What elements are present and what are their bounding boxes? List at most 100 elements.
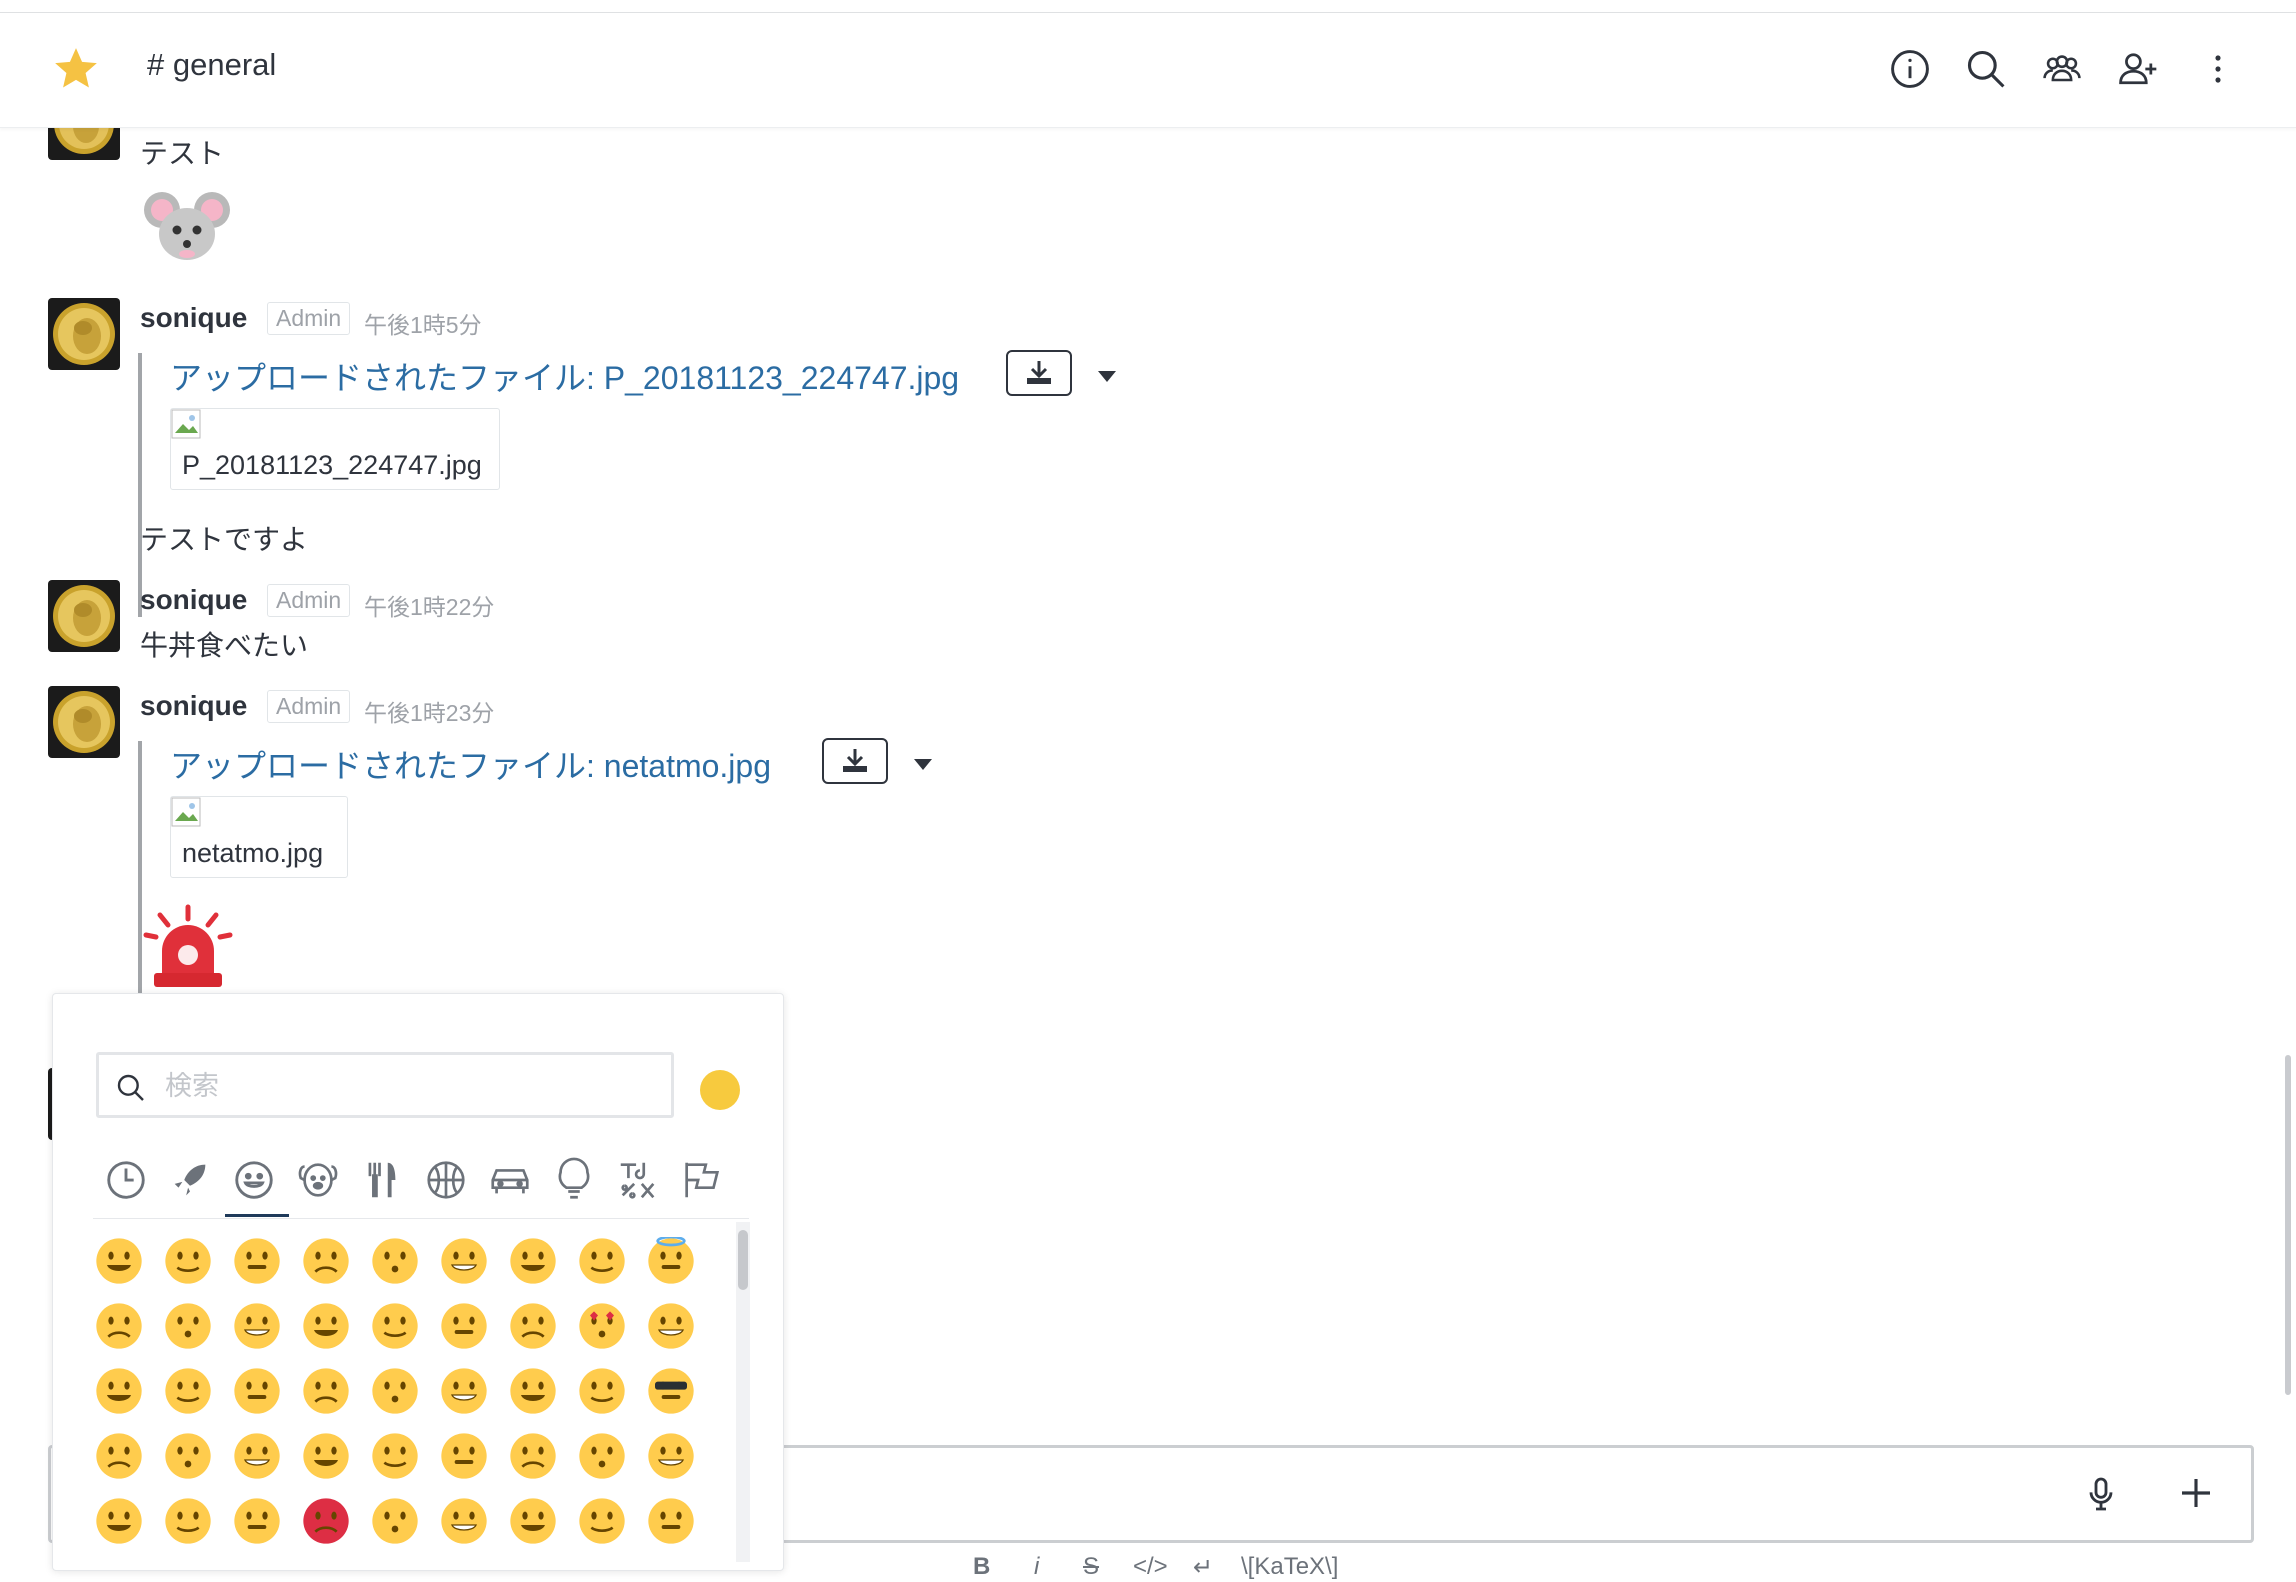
image-attachment[interactable]: netatmo.jpg <box>170 796 348 878</box>
add-user-icon[interactable] <box>2116 47 2160 91</box>
smiley-icon[interactable] <box>231 1157 277 1203</box>
emoji-button[interactable] <box>95 1237 143 1285</box>
info-icon[interactable] <box>1888 47 1932 91</box>
attachment-bar <box>138 353 142 617</box>
emoji-button[interactable] <box>95 1432 143 1480</box>
emoji-button[interactable] <box>647 1302 695 1350</box>
emoji-button[interactable] <box>509 1432 557 1480</box>
emoji-button[interactable] <box>509 1302 557 1350</box>
emoji-button[interactable] <box>371 1367 419 1415</box>
emoji-button[interactable] <box>233 1497 281 1545</box>
emoji-button[interactable] <box>233 1237 281 1285</box>
microphone-icon[interactable] <box>2081 1474 2121 1514</box>
emoji-button[interactable] <box>440 1302 488 1350</box>
image-caption: P_20181123_224747.jpg <box>182 450 482 480</box>
emoji-search[interactable] <box>96 1052 674 1118</box>
search-icon <box>117 1074 144 1101</box>
emoji-button[interactable] <box>302 1237 350 1285</box>
emoji-button[interactable] <box>578 1367 626 1415</box>
format-code-button[interactable]: </> <box>1133 1553 1168 1581</box>
emoji-button[interactable] <box>233 1302 281 1350</box>
emoji-button[interactable] <box>95 1367 143 1415</box>
file-link[interactable]: アップロードされたファイル: netatmo.jpg <box>170 741 771 787</box>
emoji-button[interactable] <box>371 1302 419 1350</box>
car-icon[interactable] <box>487 1157 533 1203</box>
username[interactable]: sonique <box>140 690 247 722</box>
fork-knife-icon[interactable] <box>359 1157 405 1203</box>
emoji-search-input[interactable] <box>163 1063 647 1109</box>
basketball-icon[interactable] <box>423 1157 469 1203</box>
image-caption: netatmo.jpg <box>182 838 324 868</box>
format-strike-button[interactable]: S <box>1083 1553 1099 1581</box>
rocket-icon[interactable] <box>167 1157 213 1203</box>
avatar[interactable] <box>48 686 120 758</box>
format-multiline-button[interactable]: ↵ <box>1193 1553 1213 1582</box>
emoji-button[interactable] <box>233 1367 281 1415</box>
format-italic-button[interactable]: i <box>1034 1553 1039 1581</box>
emoji-button[interactable] <box>647 1432 695 1480</box>
clock-icon[interactable] <box>103 1157 149 1203</box>
emoji-button[interactable] <box>302 1432 350 1480</box>
lightbulb-icon[interactable] <box>551 1157 597 1203</box>
emoji-button[interactable] <box>440 1432 488 1480</box>
feed-scrollbar[interactable] <box>2285 1055 2291 1395</box>
download-button[interactable] <box>822 738 888 784</box>
emoji-scroll-thumb[interactable] <box>738 1230 748 1290</box>
emoji-button[interactable] <box>302 1367 350 1415</box>
emoji-button[interactable] <box>509 1367 557 1415</box>
chevron-down-icon[interactable] <box>1098 371 1116 382</box>
search-icon[interactable] <box>1964 47 2008 91</box>
emoji-button[interactable] <box>164 1237 212 1285</box>
emoji-button[interactable] <box>440 1497 488 1545</box>
format-bold-button[interactable]: B <box>973 1553 990 1581</box>
dog-icon[interactable] <box>295 1157 341 1203</box>
download-button[interactable] <box>1006 350 1072 396</box>
username[interactable]: sonique <box>140 584 247 616</box>
emoji-button[interactable] <box>578 1432 626 1480</box>
emoji-button[interactable] <box>302 1497 350 1545</box>
format-katex-button[interactable]: \[KaTeX\] <box>1241 1553 1338 1581</box>
emoji-button[interactable] <box>95 1302 143 1350</box>
emoji-button[interactable] <box>95 1497 143 1545</box>
emoji-button[interactable] <box>647 1237 695 1285</box>
emoji-button[interactable] <box>647 1497 695 1545</box>
message-text: 牛丼食べたい <box>140 630 309 661</box>
symbols-icon[interactable] <box>615 1157 661 1203</box>
emoji-button[interactable] <box>509 1237 557 1285</box>
room-header: # general <box>0 13 2296 128</box>
emoji-button[interactable] <box>233 1432 281 1480</box>
channel-title[interactable]: # general <box>147 47 276 83</box>
star-icon[interactable] <box>51 44 101 94</box>
role-badge: Admin <box>267 302 351 335</box>
timestamp: 午後1時5分 <box>364 312 482 338</box>
emoji-button[interactable] <box>164 1367 212 1415</box>
emoji-button[interactable] <box>164 1302 212 1350</box>
emoji-button[interactable] <box>164 1432 212 1480</box>
emoji-button[interactable] <box>509 1497 557 1545</box>
emoji-button[interactable] <box>578 1237 626 1285</box>
avatar[interactable] <box>48 580 120 652</box>
emoji-button[interactable] <box>371 1497 419 1545</box>
skin-tone-selector[interactable] <box>700 1070 740 1110</box>
members-icon[interactable] <box>2040 47 2084 91</box>
emoji-button[interactable] <box>371 1237 419 1285</box>
flag-icon[interactable] <box>679 1157 725 1203</box>
emoji-button[interactable] <box>578 1497 626 1545</box>
image-attachment[interactable]: P_20181123_224747.jpg <box>170 408 500 490</box>
category-divider <box>93 1218 749 1219</box>
avatar[interactable] <box>48 298 120 370</box>
file-link[interactable]: アップロードされたファイル: P_20181123_224747.jpg <box>170 353 959 399</box>
emoji-button[interactable] <box>440 1237 488 1285</box>
kebab-menu-icon[interactable] <box>2196 47 2240 91</box>
plus-icon[interactable] <box>2175 1472 2217 1514</box>
username[interactable]: sonique <box>140 302 247 334</box>
emoji-button[interactable] <box>578 1302 626 1350</box>
emoji-scrollbar[interactable] <box>736 1222 750 1562</box>
emoji-button[interactable] <box>371 1432 419 1480</box>
role-badge: Admin <box>267 690 351 723</box>
emoji-button[interactable] <box>440 1367 488 1415</box>
chevron-down-icon[interactable] <box>914 759 932 770</box>
emoji-button[interactable] <box>164 1497 212 1545</box>
emoji-button[interactable] <box>302 1302 350 1350</box>
emoji-button[interactable] <box>647 1367 695 1415</box>
